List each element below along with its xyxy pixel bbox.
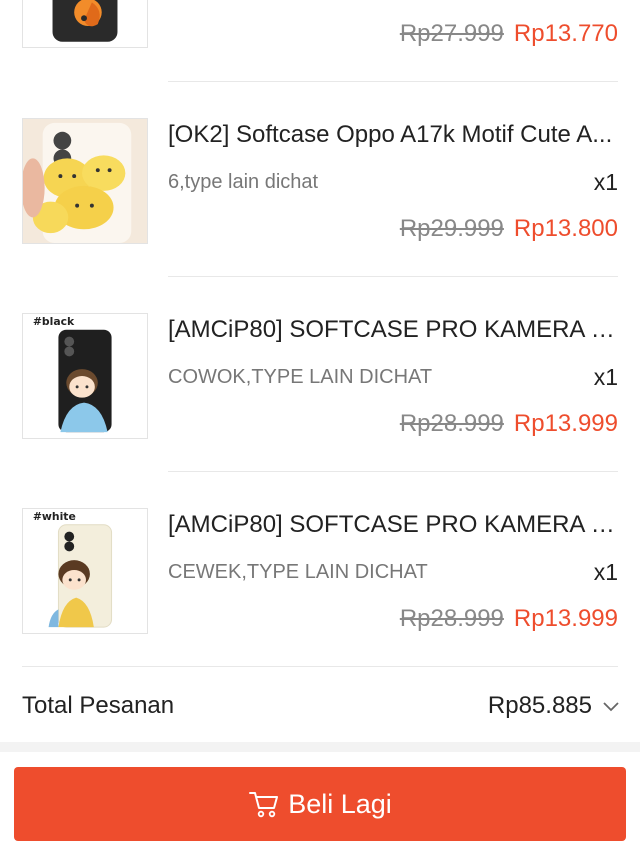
thumbnail-tag: #white: [33, 510, 76, 523]
price-block: Rp28.999 Rp13.999: [400, 409, 618, 439]
product-thumbnail[interactable]: [22, 0, 148, 48]
original-price: Rp28.999: [399, 605, 504, 632]
product-variant: 6,type lain dichat: [168, 171, 319, 193]
discount-price: Rp13.770: [513, 20, 618, 47]
phone-case-image: [23, 0, 147, 47]
thumbnail-tag: #black: [33, 315, 75, 328]
cart-icon: [249, 792, 279, 818]
discount-price: Rp13.999: [513, 410, 618, 437]
buy-again-button[interactable]: Beli Lagi: [14, 767, 626, 841]
product-variant: CEWEK,TYPE LAIN DICHAT: [168, 561, 428, 583]
product-thumbnail[interactable]: #white: [22, 508, 148, 634]
product-quantity: x1: [593, 559, 618, 585]
order-item[interactable]: #white [AMCiP80] SOFTCASE PRO KAMERA Co.…: [0, 471, 640, 667]
order-item[interactable]: #black [AMCiP80] SOFTCASE PRO KAMERA Co.…: [0, 276, 640, 472]
product-thumbnail[interactable]: [22, 118, 148, 244]
product-title[interactable]: [AMCiP80] SOFTCASE PRO KAMERA Co...: [168, 315, 618, 345]
phone-case-image: [23, 119, 147, 243]
original-price: Rp28.999: [399, 410, 504, 437]
price-block: Rp29.999 Rp13.800: [400, 214, 618, 244]
bottom-action-bar: Beli Lagi: [0, 752, 640, 853]
product-title[interactable]: [AMCiP80] SOFTCASE PRO KAMERA Co...: [168, 510, 618, 540]
order-item[interactable]: [OK2] Softcase Oppo A17k Motif Cute A...…: [0, 81, 640, 277]
product-title[interactable]: [OK2] Softcase Oppo A17k Motif Cute A...: [168, 120, 618, 150]
product-quantity: x1: [593, 169, 618, 195]
order-total-label: Total Pesanan: [22, 692, 175, 719]
buy-again-label: Beli Lagi: [288, 788, 392, 819]
order-item[interactable]: Rp27.999 Rp13.770: [0, 0, 640, 81]
discount-price: Rp13.800: [513, 215, 618, 242]
original-price: Rp27.999: [399, 20, 504, 47]
product-quantity: x1: [593, 364, 618, 390]
price-block: Rp27.999 Rp13.770: [400, 19, 618, 49]
order-total-value: Rp85.885: [487, 692, 592, 719]
chevron-down-icon[interactable]: [602, 700, 620, 714]
order-total-row[interactable]: Total Pesanan Rp85.885: [0, 672, 640, 742]
divider: [22, 666, 618, 667]
discount-price: Rp13.999: [513, 605, 618, 632]
phone-case-image: #white: [23, 509, 147, 633]
phone-case-image: #black: [23, 314, 147, 438]
product-variant: COWOK,TYPE LAIN DICHAT: [168, 366, 433, 388]
price-block: Rp28.999 Rp13.999: [400, 604, 618, 634]
section-divider: [0, 742, 640, 752]
product-thumbnail[interactable]: #black: [22, 313, 148, 439]
original-price: Rp29.999: [399, 215, 504, 242]
